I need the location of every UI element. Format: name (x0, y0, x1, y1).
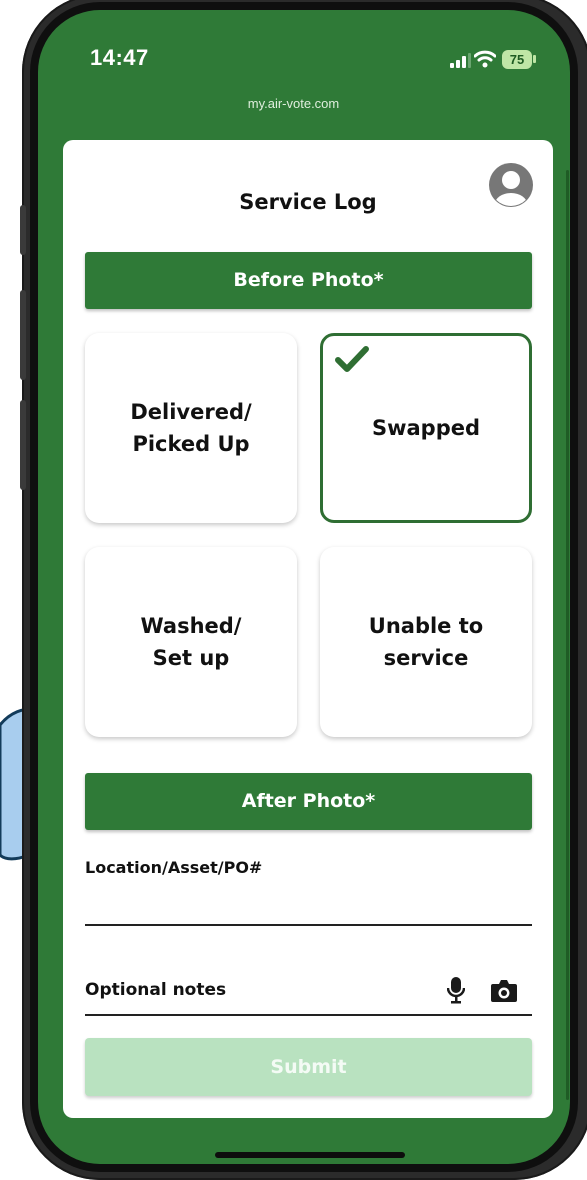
option-delivered-picked-up[interactable]: Delivered/ Picked Up (85, 333, 297, 523)
checkmark-icon (335, 346, 369, 372)
before-photo-button[interactable]: Before Photo* (85, 252, 532, 309)
battery-tip (533, 55, 536, 63)
side-button-left-2 (20, 290, 26, 380)
location-input-underline (85, 924, 532, 926)
option-unable-to-service[interactable]: Unable to service (320, 547, 532, 737)
signal-icon (450, 53, 471, 68)
battery-icon: 75 (502, 50, 532, 69)
submit-button[interactable]: Submit (85, 1038, 532, 1096)
option-label: Swapped (371, 416, 481, 440)
avatar-icon[interactable] (488, 162, 534, 208)
location-field-label: Location/Asset/PO# (85, 858, 263, 877)
url-bar[interactable]: my.air-vote.com (0, 96, 587, 111)
side-button-left-1 (20, 205, 26, 255)
after-photo-button[interactable]: After Photo* (85, 773, 532, 830)
camera-icon[interactable] (490, 979, 518, 1003)
notes-input[interactable]: Optional notes (85, 980, 425, 1000)
wifi-icon (474, 50, 496, 68)
status-time: 14:47 (90, 45, 149, 70)
microphone-icon[interactable] (447, 976, 465, 1004)
scroll-indicator (566, 170, 569, 1100)
home-indicator[interactable] (215, 1152, 405, 1158)
location-input[interactable] (85, 885, 532, 923)
side-button-left-3 (20, 400, 26, 490)
option-washed-set-up[interactable]: Washed/ Set up (85, 547, 297, 737)
notes-input-underline (85, 1014, 532, 1016)
page-title: Service Log (239, 190, 377, 214)
